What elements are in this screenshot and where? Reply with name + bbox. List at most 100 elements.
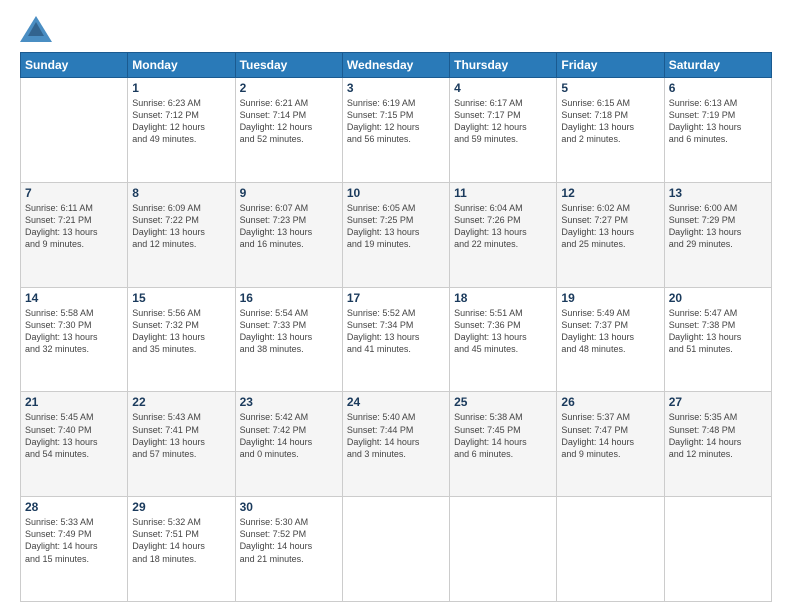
calendar-cell: 14 Sunrise: 5:58 AM Sunset: 7:30 PM Dayli…: [21, 287, 128, 392]
calendar-cell: 28Sunrise: 5:33 AM Sunset: 7:49 PM Dayli…: [21, 497, 128, 602]
cell-content: Sunrise: 6:02 AM Sunset: 7:27 PM Dayligh…: [561, 202, 659, 251]
header: [20, 16, 772, 42]
cell-content: Sunrise: 5:43 AM Sunset: 7:41 PM Dayligh…: [132, 411, 230, 460]
cell-content: Sunrise: 6:19 AM Sunset: 7:15 PM Dayligh…: [347, 97, 445, 146]
calendar-cell: 1Sunrise: 6:23 AM Sunset: 7:12 PM Daylig…: [128, 78, 235, 183]
calendar-cell: [21, 78, 128, 183]
calendar-cell: 4Sunrise: 6:17 AM Sunset: 7:17 PM Daylig…: [450, 78, 557, 183]
calendar-day-header: Monday: [128, 53, 235, 78]
calendar-cell: 18 Sunrise: 5:51 AM Sunset: 7:36 PM Dayli…: [450, 287, 557, 392]
cell-content: Sunrise: 5:37 AM Sunset: 7:47 PM Dayligh…: [561, 411, 659, 460]
calendar-cell: 22 Sunrise: 5:43 AM Sunset: 7:41 PM Dayli…: [128, 392, 235, 497]
calendar-cell: 24 Sunrise: 5:40 AM Sunset: 7:44 PM Dayli…: [342, 392, 449, 497]
calendar-week-row: 7 Sunrise: 6:11 AM Sunset: 7:21 PM Daylig…: [21, 182, 772, 287]
day-number: 10: [347, 186, 445, 200]
day-number: 17: [347, 291, 445, 305]
page: SundayMondayTuesdayWednesdayThursdayFrid…: [0, 0, 792, 612]
day-number: 9: [240, 186, 338, 200]
day-number: 11: [454, 186, 552, 200]
cell-content: Sunrise: 5:56 AM Sunset: 7:32 PM Dayligh…: [132, 307, 230, 356]
calendar-cell: 30 Sunrise: 5:30 AM Sunset: 7:52 PM Dayli…: [235, 497, 342, 602]
calendar-week-row: 21 Sunrise: 5:45 AM Sunset: 7:40 PM Dayli…: [21, 392, 772, 497]
cell-content: Sunrise: 5:40 AM Sunset: 7:44 PM Dayligh…: [347, 411, 445, 460]
day-number: 21: [25, 395, 123, 409]
cell-content: Sunrise: 6:17 AM Sunset: 7:17 PM Dayligh…: [454, 97, 552, 146]
day-number: 2: [240, 81, 338, 95]
day-number: 25: [454, 395, 552, 409]
day-number: 24: [347, 395, 445, 409]
day-number: 7: [25, 186, 123, 200]
calendar-day-header: Friday: [557, 53, 664, 78]
calendar-cell: 6 Sunrise: 6:13 AM Sunset: 7:19 PM Daylig…: [664, 78, 771, 183]
day-number: 18: [454, 291, 552, 305]
cell-content: Sunrise: 5:52 AM Sunset: 7:34 PM Dayligh…: [347, 307, 445, 356]
cell-content: Sunrise: 5:51 AM Sunset: 7:36 PM Dayligh…: [454, 307, 552, 356]
calendar-cell: 17 Sunrise: 5:52 AM Sunset: 7:34 PM Dayli…: [342, 287, 449, 392]
cell-content: Sunrise: 5:45 AM Sunset: 7:40 PM Dayligh…: [25, 411, 123, 460]
calendar-cell: 9 Sunrise: 6:07 AM Sunset: 7:23 PM Daylig…: [235, 182, 342, 287]
calendar-header-row: SundayMondayTuesdayWednesdayThursdayFrid…: [21, 53, 772, 78]
calendar-day-header: Thursday: [450, 53, 557, 78]
day-number: 27: [669, 395, 767, 409]
calendar-cell: 25 Sunrise: 5:38 AM Sunset: 7:45 PM Dayli…: [450, 392, 557, 497]
calendar-cell: 21 Sunrise: 5:45 AM Sunset: 7:40 PM Dayli…: [21, 392, 128, 497]
calendar-cell: 5Sunrise: 6:15 AM Sunset: 7:18 PM Daylig…: [557, 78, 664, 183]
cell-content: Sunrise: 5:42 AM Sunset: 7:42 PM Dayligh…: [240, 411, 338, 460]
calendar-cell: [557, 497, 664, 602]
calendar-cell: 23 Sunrise: 5:42 AM Sunset: 7:42 PM Dayli…: [235, 392, 342, 497]
cell-content: Sunrise: 6:21 AM Sunset: 7:14 PM Dayligh…: [240, 97, 338, 146]
day-number: 23: [240, 395, 338, 409]
cell-content: Sunrise: 5:49 AM Sunset: 7:37 PM Dayligh…: [561, 307, 659, 356]
cell-content: Sunrise: 6:04 AM Sunset: 7:26 PM Dayligh…: [454, 202, 552, 251]
calendar-cell: 3 Sunrise: 6:19 AM Sunset: 7:15 PM Daylig…: [342, 78, 449, 183]
day-number: 15: [132, 291, 230, 305]
calendar-cell: [664, 497, 771, 602]
calendar-cell: 10 Sunrise: 6:05 AM Sunset: 7:25 PM Dayli…: [342, 182, 449, 287]
calendar-cell: 2 Sunrise: 6:21 AM Sunset: 7:14 PM Daylig…: [235, 78, 342, 183]
cell-content: Sunrise: 5:38 AM Sunset: 7:45 PM Dayligh…: [454, 411, 552, 460]
day-number: 14: [25, 291, 123, 305]
calendar-day-header: Tuesday: [235, 53, 342, 78]
cell-content: Sunrise: 5:32 AM Sunset: 7:51 PM Dayligh…: [132, 516, 230, 565]
calendar-table: SundayMondayTuesdayWednesdayThursdayFrid…: [20, 52, 772, 602]
day-number: 30: [240, 500, 338, 514]
calendar-cell: 8Sunrise: 6:09 AM Sunset: 7:22 PM Daylig…: [128, 182, 235, 287]
calendar-cell: 13 Sunrise: 6:00 AM Sunset: 7:29 PM Dayli…: [664, 182, 771, 287]
logo-icon: [20, 16, 52, 42]
calendar-cell: [450, 497, 557, 602]
cell-content: Sunrise: 5:35 AM Sunset: 7:48 PM Dayligh…: [669, 411, 767, 460]
day-number: 13: [669, 186, 767, 200]
day-number: 19: [561, 291, 659, 305]
calendar-day-header: Sunday: [21, 53, 128, 78]
day-number: 6: [669, 81, 767, 95]
logo: [20, 16, 56, 42]
cell-content: Sunrise: 5:33 AM Sunset: 7:49 PM Dayligh…: [25, 516, 123, 565]
calendar-cell: 12Sunrise: 6:02 AM Sunset: 7:27 PM Dayli…: [557, 182, 664, 287]
day-number: 22: [132, 395, 230, 409]
calendar-cell: 29 Sunrise: 5:32 AM Sunset: 7:51 PM Dayli…: [128, 497, 235, 602]
cell-content: Sunrise: 6:07 AM Sunset: 7:23 PM Dayligh…: [240, 202, 338, 251]
cell-content: Sunrise: 6:13 AM Sunset: 7:19 PM Dayligh…: [669, 97, 767, 146]
cell-content: Sunrise: 5:30 AM Sunset: 7:52 PM Dayligh…: [240, 516, 338, 565]
calendar-cell: 16 Sunrise: 5:54 AM Sunset: 7:33 PM Dayli…: [235, 287, 342, 392]
day-number: 26: [561, 395, 659, 409]
cell-content: Sunrise: 5:58 AM Sunset: 7:30 PM Dayligh…: [25, 307, 123, 356]
calendar-cell: 15 Sunrise: 5:56 AM Sunset: 7:32 PM Dayli…: [128, 287, 235, 392]
cell-content: Sunrise: 6:23 AM Sunset: 7:12 PM Dayligh…: [132, 97, 230, 146]
calendar-cell: [342, 497, 449, 602]
calendar-week-row: 1Sunrise: 6:23 AM Sunset: 7:12 PM Daylig…: [21, 78, 772, 183]
day-number: 3: [347, 81, 445, 95]
calendar-week-row: 28Sunrise: 5:33 AM Sunset: 7:49 PM Dayli…: [21, 497, 772, 602]
cell-content: Sunrise: 6:11 AM Sunset: 7:21 PM Dayligh…: [25, 202, 123, 251]
calendar-day-header: Wednesday: [342, 53, 449, 78]
calendar-week-row: 14 Sunrise: 5:58 AM Sunset: 7:30 PM Dayli…: [21, 287, 772, 392]
day-number: 29: [132, 500, 230, 514]
cell-content: Sunrise: 6:05 AM Sunset: 7:25 PM Dayligh…: [347, 202, 445, 251]
cell-content: Sunrise: 5:54 AM Sunset: 7:33 PM Dayligh…: [240, 307, 338, 356]
calendar-cell: 11 Sunrise: 6:04 AM Sunset: 7:26 PM Dayli…: [450, 182, 557, 287]
calendar-cell: 20Sunrise: 5:47 AM Sunset: 7:38 PM Dayli…: [664, 287, 771, 392]
day-number: 16: [240, 291, 338, 305]
calendar-cell: 19 Sunrise: 5:49 AM Sunset: 7:37 PM Dayli…: [557, 287, 664, 392]
cell-content: Sunrise: 6:09 AM Sunset: 7:22 PM Dayligh…: [132, 202, 230, 251]
cell-content: Sunrise: 6:00 AM Sunset: 7:29 PM Dayligh…: [669, 202, 767, 251]
